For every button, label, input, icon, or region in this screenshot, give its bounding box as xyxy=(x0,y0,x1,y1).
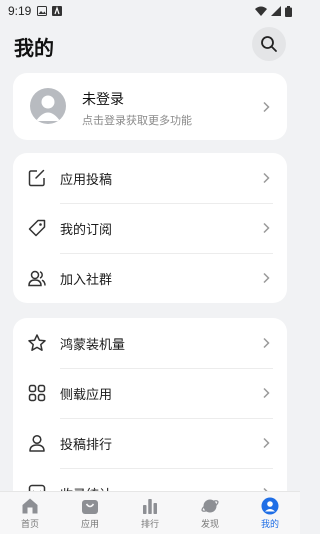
chevron-right-icon xyxy=(263,101,270,113)
menu-item-label: 加入社群 xyxy=(60,273,113,288)
grid-icon xyxy=(28,384,46,402)
menu-item-sideload-apps[interactable]: 侧载应用 xyxy=(13,368,287,418)
menu-item-label: 我的订阅 xyxy=(60,223,113,238)
wifi-icon xyxy=(255,6,267,16)
nav-label: 发现 xyxy=(200,520,219,530)
page-title: 我的 xyxy=(14,36,54,60)
home-icon xyxy=(22,498,38,514)
nav-apps[interactable]: 应用 xyxy=(60,492,120,534)
avatar xyxy=(30,88,66,124)
nav-discover[interactable]: 发现 xyxy=(180,492,240,534)
menu-item-label: 鸿蒙装机量 xyxy=(60,338,126,353)
nav-ranking[interactable]: 排行 xyxy=(120,492,180,534)
login-subtitle: 点击登录获取更多功能 xyxy=(82,114,192,127)
menu-item-subscriptions[interactable]: 我的订阅 xyxy=(13,203,287,253)
menu-item-harmony-installs[interactable]: 鸿蒙装机量 xyxy=(13,318,287,368)
chevron-right-icon xyxy=(263,387,270,399)
nav-label: 我的 xyxy=(260,520,279,530)
menu-item-submission-ranking[interactable]: 投稿排行 xyxy=(13,418,287,468)
planet-icon xyxy=(201,499,219,513)
menu-item-label: 应用投稿 xyxy=(60,173,113,188)
battery-icon xyxy=(285,5,292,17)
profile-icon xyxy=(261,497,279,515)
status-time: 9:19 xyxy=(8,4,32,18)
status-right xyxy=(255,5,292,17)
nav-label: 首页 xyxy=(20,520,39,530)
status-bar: 9:19 xyxy=(0,0,300,22)
bottom-nav: 首页 应用 排行 发现 我的 xyxy=(0,491,300,534)
image-notification-icon xyxy=(37,6,48,16)
nav-home[interactable]: 首页 xyxy=(0,492,60,534)
menu-card-2: 鸿蒙装机量 侧载应用 投稿排行 收录统计 xyxy=(13,318,287,518)
chevron-right-icon xyxy=(263,272,270,284)
group-icon xyxy=(28,270,46,287)
app-notification-icon xyxy=(52,6,63,16)
chevron-right-icon xyxy=(263,437,270,449)
login-card[interactable]: 未登录 点击登录获取更多功能 xyxy=(13,73,287,140)
chevron-right-icon xyxy=(263,222,270,234)
menu-item-app-submission[interactable]: 应用投稿 xyxy=(13,153,287,203)
app-store-icon xyxy=(82,500,98,514)
header: 我的 xyxy=(0,24,300,66)
edit-square-icon xyxy=(28,169,45,187)
search-icon xyxy=(261,36,277,52)
nav-mine[interactable]: 我的 xyxy=(240,492,300,534)
star-icon xyxy=(28,334,46,351)
chevron-right-icon xyxy=(263,337,270,349)
chevron-right-icon xyxy=(263,172,270,184)
nav-label: 应用 xyxy=(80,520,99,530)
signal-icon xyxy=(271,6,281,16)
default-avatar-icon xyxy=(36,95,60,121)
nav-label: 排行 xyxy=(140,520,159,530)
bar-chart-icon xyxy=(143,499,157,514)
menu-item-label: 投稿排行 xyxy=(60,438,113,453)
tag-icon xyxy=(28,219,46,237)
menu-card-1: 应用投稿 我的订阅 加入社群 xyxy=(13,153,287,303)
search-button[interactable] xyxy=(252,27,286,61)
menu-item-join-community[interactable]: 加入社群 xyxy=(13,253,287,303)
person-icon xyxy=(29,434,45,452)
login-title: 未登录 xyxy=(82,92,124,108)
menu-item-label: 侧载应用 xyxy=(60,388,113,403)
